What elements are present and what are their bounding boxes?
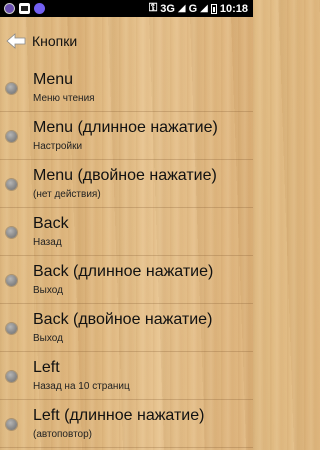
image-notification-icon <box>19 3 30 14</box>
item-summary: (нет действия) <box>33 189 101 200</box>
item-summary: Назад на 10 страниц <box>33 381 130 392</box>
list-item[interactable]: Menu (двойное нажатие) (нет действия) <box>0 160 253 208</box>
bullet-icon <box>6 83 17 94</box>
page-title: Кнопки <box>32 32 78 49</box>
item-summary: Выход <box>33 333 63 344</box>
list-item[interactable]: Back (двойное нажатие) Выход <box>0 304 253 352</box>
item-title: Back <box>33 215 69 232</box>
list-item[interactable]: Left (длинное нажатие) (автоповтор) <box>0 400 253 448</box>
item-summary: Выход <box>33 285 63 296</box>
item-title: Back (длинное нажатие) <box>33 263 214 280</box>
viber-notification-icon <box>34 3 45 14</box>
battery-icon <box>210 3 217 14</box>
network-type: 3G <box>160 2 175 15</box>
signal-icon-2: ◢ <box>200 3 208 14</box>
key-icon: ⚿ <box>148 2 158 14</box>
back-arrow-icon <box>6 32 26 49</box>
clock: 10:18 <box>219 2 248 15</box>
signal-icon: ◢ <box>177 3 186 14</box>
list-item[interactable]: Menu (длинное нажатие) Настройки <box>0 112 253 160</box>
network-type-2: G <box>188 2 198 15</box>
bullet-icon <box>6 371 17 382</box>
item-summary: Настройки <box>33 141 83 152</box>
list-item[interactable]: Back (длинное нажатие) Выход <box>0 256 253 304</box>
status-bar: ⚿ 3G ◢ G ◢ 10:18 <box>0 0 253 17</box>
item-title: Menu (длинное нажатие) <box>33 119 218 136</box>
item-title: Back (двойное нажатие) <box>33 311 213 328</box>
list-item[interactable]: Back Назад <box>0 208 253 256</box>
item-title: Left <box>33 359 60 376</box>
item-title: Menu <box>33 71 74 88</box>
settings-list: Menu Меню чтения Menu (длинное нажатие) … <box>0 64 253 448</box>
list-item[interactable]: Left Назад на 10 страниц <box>0 352 253 400</box>
app-notification-icon <box>4 3 15 14</box>
bullet-icon <box>6 179 17 190</box>
list-item[interactable]: Menu Меню чтения <box>0 64 253 112</box>
item-summary: (автоповтор) <box>33 429 93 440</box>
bullet-icon <box>6 131 17 142</box>
bullet-icon <box>6 227 17 238</box>
back-button[interactable] <box>0 31 26 51</box>
item-summary: Меню чтения <box>33 93 95 104</box>
bullet-icon <box>6 275 17 286</box>
item-title: Menu (двойное нажатие) <box>33 167 217 184</box>
app-header: Кнопки <box>0 17 253 64</box>
item-title: Left (длинное нажатие) <box>33 407 205 424</box>
bullet-icon <box>6 323 17 334</box>
bullet-icon <box>6 419 17 430</box>
item-summary: Назад <box>33 237 62 248</box>
